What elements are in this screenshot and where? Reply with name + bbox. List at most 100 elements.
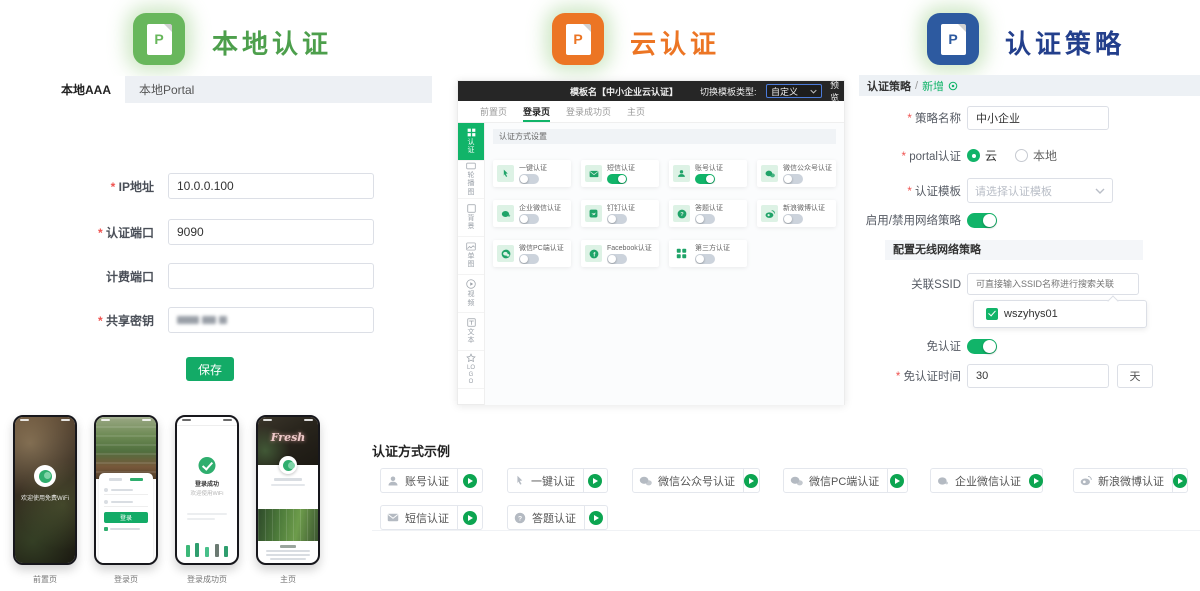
example-wechat-official-auth[interactable]: 微信公众号认证	[632, 468, 760, 493]
ssid-dropdown: wszyhys01	[973, 300, 1147, 328]
facebook-toggle[interactable]	[607, 254, 627, 264]
auth-free-time-input[interactable]	[967, 364, 1109, 388]
card-wechat-official-auth: 微信公众号认证	[757, 160, 836, 187]
quiz-toggle[interactable]	[695, 214, 715, 224]
example-sms-auth[interactable]: 短信认证	[380, 505, 483, 530]
play-icon[interactable]	[589, 511, 603, 525]
ssid-checkbox[interactable]	[986, 308, 998, 320]
svg-text:?: ?	[680, 212, 684, 218]
sidebar-item-image[interactable]: 单图	[458, 237, 484, 275]
chevron-down-icon	[1095, 188, 1105, 194]
auth-port-label: 认证端口	[0, 224, 168, 241]
wechat-pc-icon	[497, 245, 514, 262]
password-field[interactable]	[104, 498, 148, 507]
sms-toggle[interactable]	[607, 174, 627, 184]
radio-local[interactable]	[1015, 149, 1028, 162]
dingtalk-toggle[interactable]	[607, 214, 627, 224]
breadcrumb-root[interactable]: 认证策略	[867, 78, 911, 94]
radio-local-label: 本地	[1033, 147, 1057, 164]
play-icon[interactable]	[463, 474, 477, 488]
username-field[interactable]	[104, 486, 148, 495]
policy-name-input[interactable]	[967, 106, 1109, 130]
save-button[interactable]: 保存	[186, 357, 234, 381]
wecom-toggle[interactable]	[519, 214, 539, 224]
example-onekey-auth[interactable]: 一键认证	[507, 468, 608, 493]
tab-login-success-page[interactable]: 登录成功页	[566, 101, 611, 122]
tab-local-portal[interactable]: 本地Portal	[125, 76, 208, 103]
tab-front-page[interactable]: 前置页	[480, 101, 507, 122]
radio-cloud[interactable]	[967, 149, 980, 162]
account-toggle[interactable]	[695, 174, 715, 184]
play-icon[interactable]	[463, 511, 477, 525]
auth-examples-section: 认证方式示例 账号认证 一键认证 微信公众号认证 微信PC端认证 企业微信认证 …	[372, 441, 1200, 536]
play-icon[interactable]	[744, 474, 758, 488]
enable-policy-toggle[interactable]	[967, 213, 997, 228]
play-icon[interactable]	[890, 474, 904, 488]
template-page-tabs: 前置页 登录页 登录成功页 主页	[458, 101, 844, 123]
example-account-auth[interactable]: 账号认证	[380, 468, 483, 493]
sidebar-item-text[interactable]: 文本	[458, 313, 484, 351]
dingtalk-icon	[585, 205, 602, 222]
auth-free-label: 免认证	[855, 338, 967, 354]
login-button[interactable]: 登录	[104, 512, 148, 523]
page-fold-icon	[583, 24, 591, 32]
auth-port-input[interactable]	[168, 219, 374, 245]
fresh-brand-text: Fresh	[258, 431, 318, 444]
editor-content: 认证方式设置 一键认证 短信认证 账号认证 微信公众号认证	[485, 123, 844, 405]
pointer-icon	[497, 165, 514, 182]
success-subtitle: 欢迎使用WiFi	[177, 489, 237, 497]
auth-methods-section-title: 认证方式设置	[493, 129, 836, 144]
produce-photo	[258, 509, 318, 541]
wifi-logo-badge	[34, 465, 56, 487]
user-icon	[673, 165, 690, 182]
card-wecom-auth: 企业微信认证	[493, 200, 571, 227]
local-auth-title: 本地认证	[212, 24, 332, 61]
sidebar-item-logo[interactable]: LOGO	[458, 351, 484, 389]
star-icon	[466, 353, 476, 363]
tab-login-page[interactable]: 登录页	[523, 101, 550, 122]
ip-address-input[interactable]	[168, 173, 374, 199]
sidebar-item-auth[interactable]: 认证	[458, 123, 484, 161]
shared-secret-input[interactable]	[168, 307, 374, 333]
success-check-icon	[199, 457, 216, 474]
auth-free-time-unit: 天	[1117, 364, 1153, 388]
login-tabs	[104, 478, 148, 481]
ssid-search-input[interactable]	[967, 273, 1139, 295]
people-illustration	[183, 531, 231, 557]
examples-title: 认证方式示例	[372, 441, 1200, 460]
card-quiz-auth: ? 答题认证	[669, 200, 747, 227]
mail-icon	[387, 513, 399, 522]
weibo-toggle[interactable]	[783, 214, 803, 224]
auth-template-select[interactable]: 请选择认证模板	[967, 178, 1113, 203]
thirdparty-toggle[interactable]	[695, 254, 715, 264]
grid-icon	[467, 128, 476, 137]
page-fold-icon	[958, 24, 966, 32]
video-play-icon	[466, 279, 476, 289]
ssid-option-label[interactable]: wszyhys01	[1004, 308, 1058, 320]
preview-button[interactable]: 预览	[830, 81, 844, 101]
wechat-official-toggle[interactable]	[783, 174, 803, 184]
onekey-toggle[interactable]	[519, 174, 539, 184]
play-icon[interactable]	[1029, 474, 1043, 488]
wechat-pc-icon	[790, 476, 803, 486]
example-wechat-pc-auth[interactable]: 微信PC端认证	[783, 468, 908, 493]
example-wecom-auth[interactable]: 企业微信认证	[930, 468, 1043, 493]
sidebar-item-carousel[interactable]: 轮播图	[458, 161, 484, 199]
agreement-row	[104, 527, 148, 531]
mail-icon	[585, 165, 602, 182]
template-name: 模板名【中小企业云认证】	[570, 81, 678, 101]
billing-port-input[interactable]	[168, 263, 374, 289]
auth-free-toggle[interactable]	[967, 339, 997, 354]
policy-title: 认证策略	[1005, 24, 1125, 61]
example-quiz-auth[interactable]: ? 答题认证	[507, 505, 608, 530]
play-icon[interactable]	[1173, 474, 1187, 488]
template-type-select[interactable]: 自定义	[766, 84, 822, 98]
wechat-pc-toggle[interactable]	[519, 254, 539, 264]
sidebar-item-background[interactable]: 背景	[458, 199, 484, 237]
play-icon[interactable]	[588, 474, 602, 488]
example-weibo-auth[interactable]: 新浪微博认证	[1073, 468, 1188, 493]
tab-local-aaa[interactable]: 本地AAA	[47, 76, 125, 103]
sidebar-item-video[interactable]: 视频	[458, 275, 484, 313]
background-icon	[467, 204, 476, 213]
tab-home-page[interactable]: 主页	[627, 101, 645, 122]
